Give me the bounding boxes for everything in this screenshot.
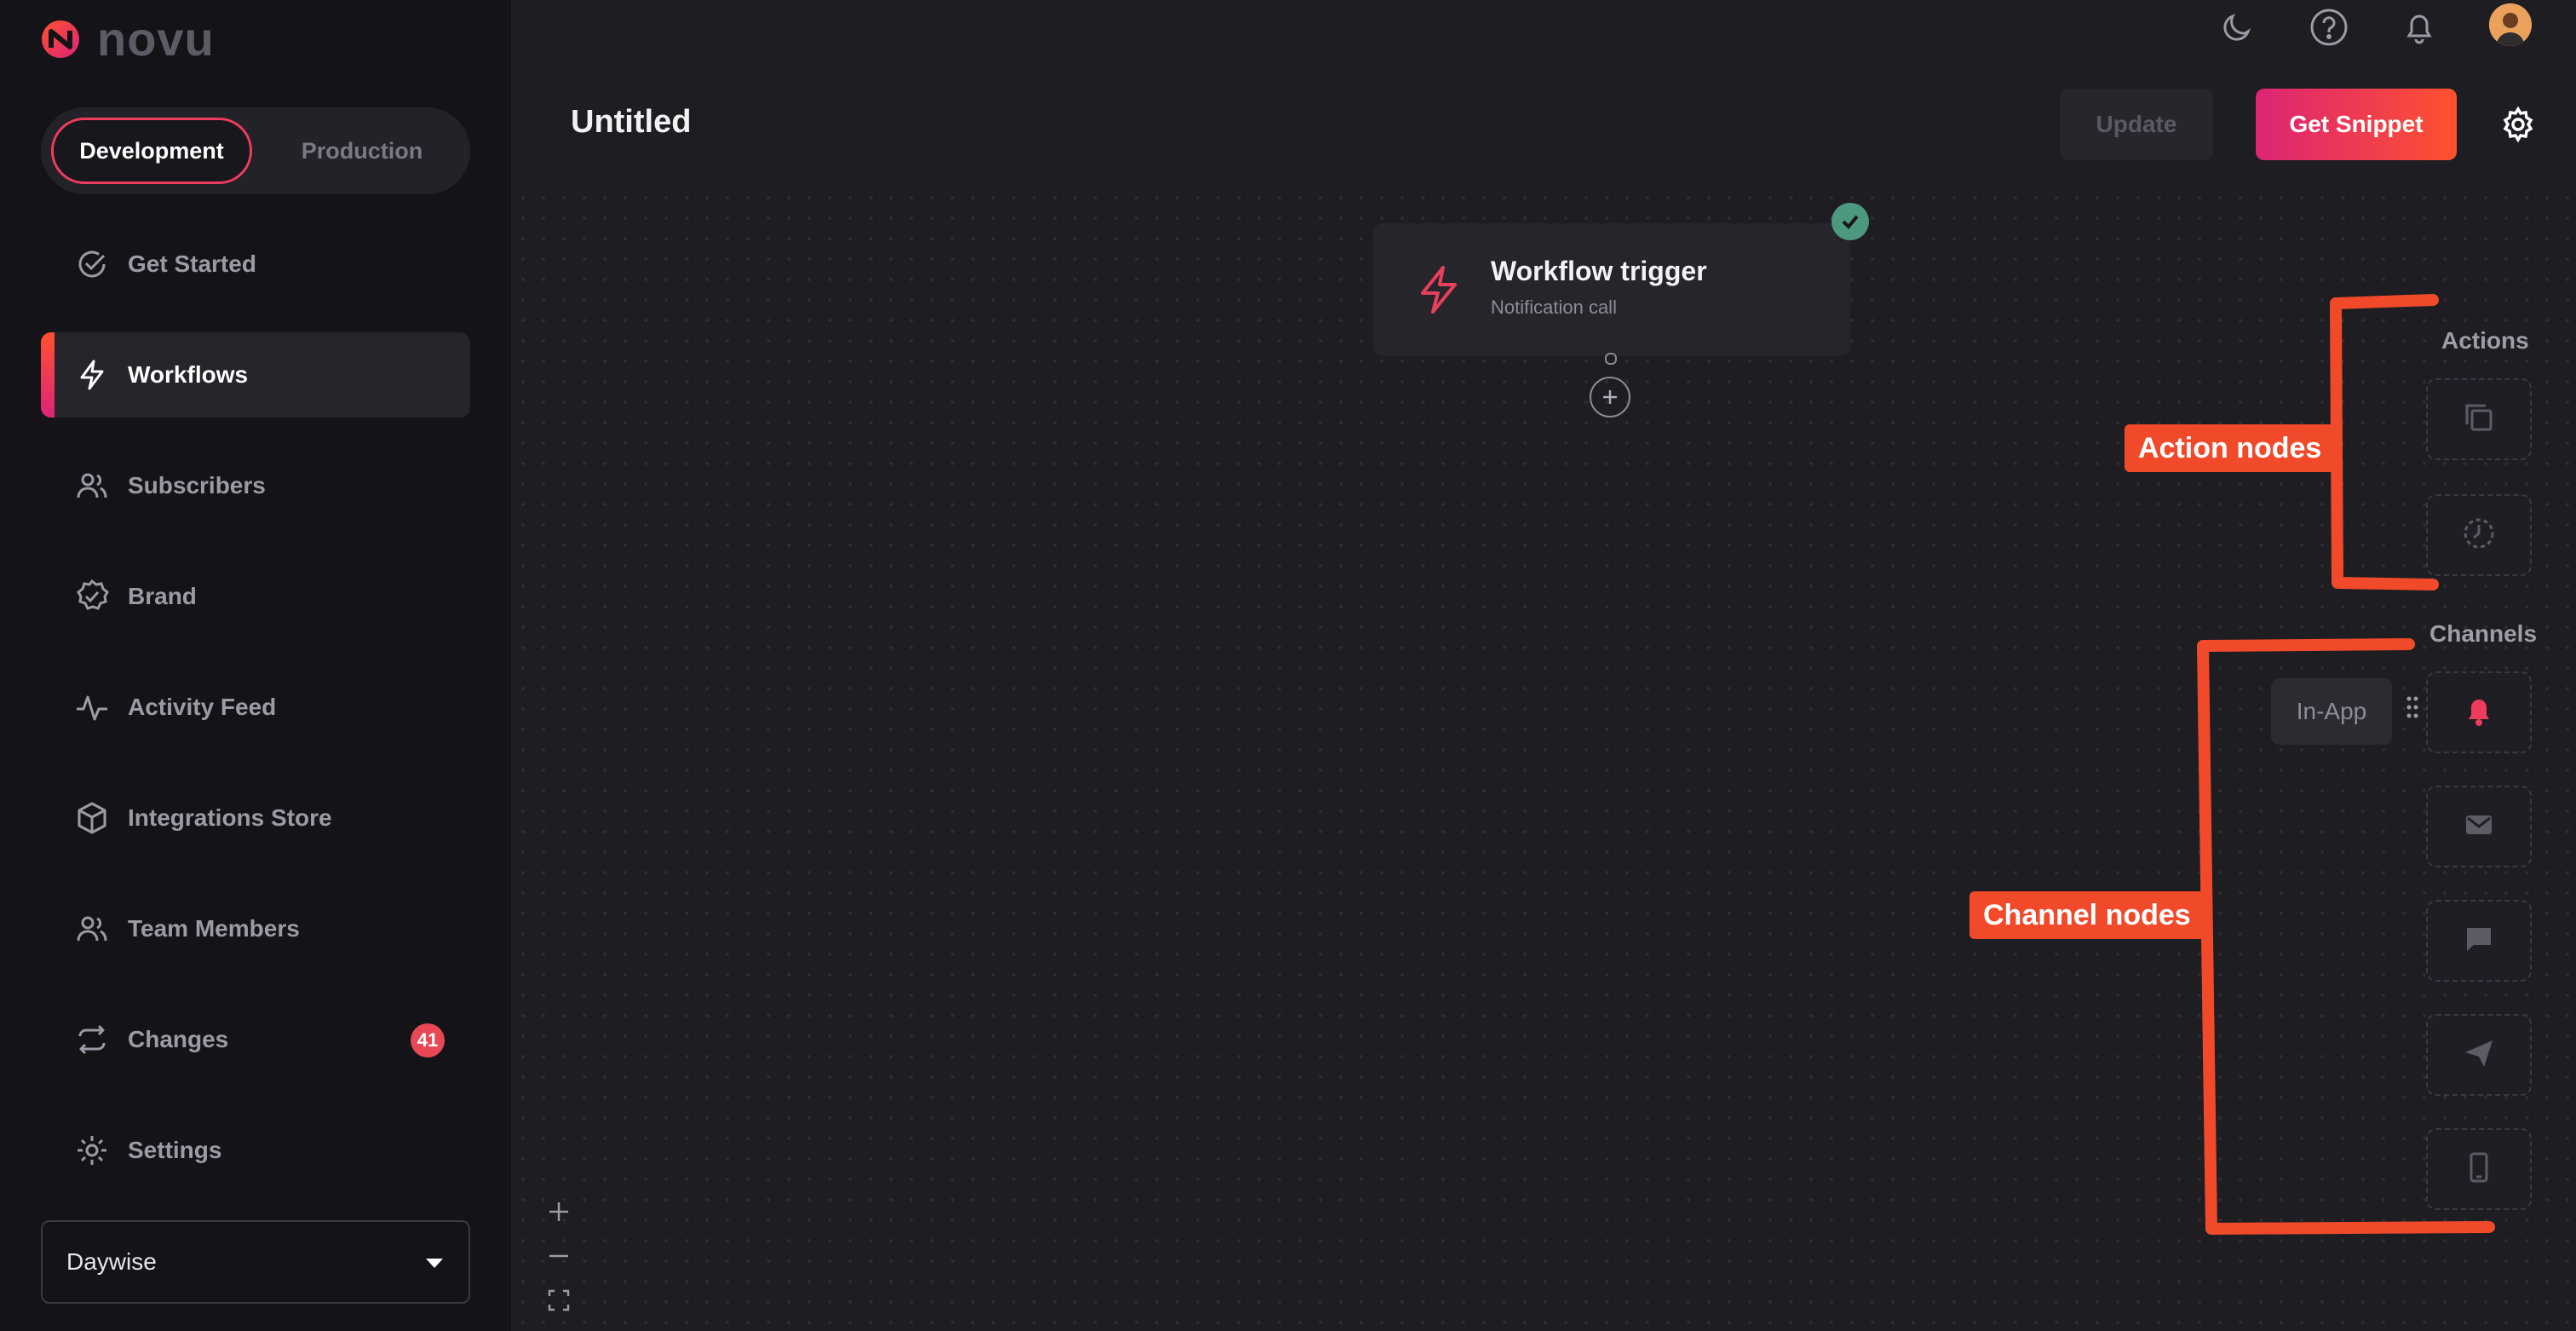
- sidebar-item-label: Subscribers: [128, 472, 266, 498]
- bell-icon[interactable]: [2397, 5, 2441, 49]
- env-production-button[interactable]: Production: [264, 118, 460, 184]
- trigger-title: Workflow trigger: [1491, 256, 1707, 286]
- zoom-out-icon[interactable]: [542, 1239, 576, 1273]
- sidebar-item-label: Workflows: [128, 361, 249, 388]
- get-snippet-button[interactable]: Get Snippet: [2256, 89, 2457, 160]
- in-app-bell-icon: [2462, 694, 2496, 732]
- channel-nodes-annotation: Channel nodes: [1969, 891, 2205, 939]
- sidebar-item-brand[interactable]: Brand: [41, 554, 470, 639]
- environment-toggle[interactable]: Development Production: [41, 107, 470, 194]
- sidebar-item-label: Brand: [128, 583, 197, 609]
- connection-handle[interactable]: [1605, 353, 1617, 365]
- email-icon: [2462, 808, 2496, 846]
- sidebar-item-team-members[interactable]: Team Members: [41, 886, 470, 971]
- valid-check-icon: [1831, 203, 1869, 240]
- logo-text: novu: [97, 12, 215, 66]
- refresh-icon: [73, 1021, 111, 1058]
- novu-logo-icon: [42, 20, 79, 58]
- zoom-in-icon[interactable]: [542, 1195, 576, 1229]
- page-title[interactable]: Untitled: [571, 104, 691, 141]
- workflow-settings-gear-icon[interactable]: [2496, 102, 2540, 147]
- channels-label: Channels: [2429, 620, 2538, 647]
- gear-icon: [73, 1132, 111, 1169]
- fit-view-icon[interactable]: [542, 1283, 576, 1317]
- badge-check-icon: [73, 578, 111, 615]
- sidebar-item-label: Settings: [128, 1137, 222, 1163]
- sidebar-item-integrations-store[interactable]: Integrations Store: [41, 775, 470, 861]
- env-development-button[interactable]: Development: [51, 118, 252, 184]
- update-button[interactable]: Update: [2060, 89, 2213, 160]
- chat-icon: [2462, 922, 2496, 960]
- sidebar-item-label: Changes: [128, 1026, 229, 1052]
- avatar[interactable]: [2489, 3, 2532, 46]
- trigger-bolt-icon: [1411, 262, 1465, 317]
- box-icon: [73, 799, 111, 837]
- delay-node[interactable]: [2426, 494, 2532, 576]
- digest-node[interactable]: [2426, 378, 2532, 460]
- sms-icon: [2462, 1150, 2496, 1189]
- chevron-down-icon: [424, 1248, 445, 1276]
- delay-icon: [2460, 515, 2498, 556]
- action-nodes-annotation: Action nodes: [2125, 424, 2336, 472]
- chat-channel-node[interactable]: [2426, 900, 2532, 982]
- check-circle-icon: [73, 245, 111, 283]
- in-app-channel-node[interactable]: [2426, 671, 2532, 753]
- sidebar-item-changes[interactable]: Changes 41: [41, 997, 470, 1082]
- sidebar-item-settings[interactable]: Settings: [41, 1108, 470, 1193]
- add-step-button[interactable]: [1590, 377, 1630, 418]
- organization-select[interactable]: Daywise: [41, 1220, 470, 1304]
- novu-logo[interactable]: novu: [39, 15, 215, 63]
- sidebar-item-label: Activity Feed: [128, 694, 277, 720]
- sidebar-item-subscribers[interactable]: Subscribers: [41, 443, 470, 528]
- push-channel-node[interactable]: [2426, 1014, 2532, 1096]
- bolt-icon: [73, 356, 111, 394]
- actions-label: Actions: [2441, 327, 2529, 354]
- moon-icon[interactable]: [2215, 5, 2259, 49]
- team-icon: [73, 910, 111, 948]
- help-icon[interactable]: [2307, 5, 2351, 49]
- changes-count-badge: 41: [411, 1023, 445, 1057]
- activity-icon: [73, 689, 111, 726]
- sidebar-item-label: Team Members: [128, 915, 300, 942]
- drag-handle-icon[interactable]: [2404, 692, 2421, 726]
- sidebar-item-label: Integrations Store: [128, 804, 332, 831]
- digest-icon: [2460, 399, 2498, 441]
- sidebar-item-workflows[interactable]: Workflows: [41, 332, 470, 418]
- push-icon: [2462, 1036, 2496, 1075]
- users-icon: [73, 467, 111, 504]
- email-channel-node[interactable]: [2426, 786, 2532, 867]
- sidebar-item-get-started[interactable]: Get Started: [41, 222, 470, 307]
- sidebar: novu Development Production Get Started …: [0, 0, 513, 1331]
- in-app-tooltip: In-App: [2271, 678, 2392, 745]
- trigger-subtitle: Notification call: [1491, 297, 1617, 318]
- sms-channel-node[interactable]: [2426, 1128, 2532, 1210]
- workflow-canvas[interactable]: [513, 187, 2576, 1331]
- workflow-trigger-node[interactable]: Workflow trigger Notification call: [1373, 223, 1850, 356]
- sidebar-item-activity-feed[interactable]: Activity Feed: [41, 665, 470, 750]
- organization-name: Daywise: [66, 1248, 157, 1275]
- sidebar-item-label: Get Started: [128, 251, 256, 277]
